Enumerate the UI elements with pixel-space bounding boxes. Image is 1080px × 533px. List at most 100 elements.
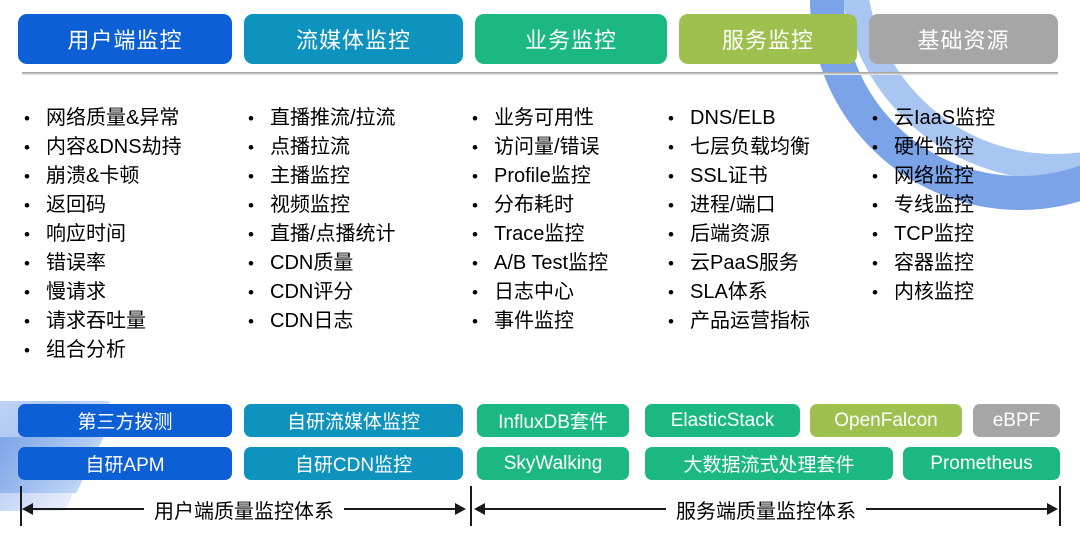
bullet-label: 容器监控 [894,252,974,274]
bullet-label: 云PaaS服务 [690,252,799,274]
list-item: • A/B Test监控 [472,249,608,278]
bullet-label: TCP监控 [894,223,974,245]
list-item: • 云PaaS服务 [668,249,810,278]
bullet-label: 硬件监控 [894,136,974,158]
list-item: • 容器监控 [872,249,995,278]
bullet-dot-icon: • [24,254,30,273]
bullet-dot-icon: • [248,283,254,302]
tab-2[interactable]: 流媒体监控 [244,14,463,64]
axis-tick-2 [470,486,472,526]
list-item: • Trace监控 [472,220,608,249]
list-item: • CDN质量 [248,249,396,278]
axis-band-label: 用户端质量监控体系 [154,500,334,523]
tab-3[interactable]: 业务监控 [475,14,667,64]
bullet-label: 产品运营指标 [690,310,810,332]
list-item: • 慢请求 [24,278,182,307]
list-item: • 直播推流/拉流 [248,104,396,133]
header-divider [22,72,1058,75]
stack-box[interactable]: 自研CDN监控 [244,447,463,480]
bullet-dot-icon: • [668,109,674,128]
bullet-dot-icon: • [24,225,30,244]
tab-4[interactable]: 服务监控 [679,14,857,64]
bullet-dot-icon: • [668,196,674,215]
bullet-dot-icon: • [472,254,478,273]
list-item: • 主播监控 [248,162,396,191]
axis-line-right [866,508,1047,510]
list-item: • 专线监控 [872,191,995,220]
list-item: • 后端资源 [668,220,810,249]
list-item: • 视频监控 [248,191,396,220]
bullet-label: A/B Test监控 [494,252,609,274]
bullet-dot-icon: • [248,138,254,157]
stack-box-label: Prometheus [930,452,1033,474]
stack-box-label: 自研流媒体监控 [286,412,420,433]
bullet-label: Trace监控 [494,223,585,245]
list-item: • SLA体系 [668,278,810,307]
bullet-label: 直播/点播统计 [270,223,396,245]
stack-box[interactable]: eBPF [973,404,1060,437]
stack-box[interactable]: InfluxDB套件 [477,404,629,437]
bullet-dot-icon: • [24,196,30,215]
bullet-dot-icon: • [24,312,30,331]
bullet-dot-icon: • [24,109,30,128]
bullet-label: SLA体系 [690,281,768,303]
list-item: • 七层负载均衡 [668,133,810,162]
bullet-dot-icon: • [668,167,674,186]
bullet-label: CDN评分 [270,281,354,303]
list-item: • 事件监控 [472,307,608,336]
list-item: • 崩溃&卡顿 [24,162,182,191]
bullet-dot-icon: • [872,225,878,244]
stack-box-label: 自研APM [85,455,165,476]
tab-5[interactable]: 基础资源 [869,14,1058,64]
bullet-column-group: • 网络质量&异常 • 内容&DNS劫持 • 崩溃&卡顿 • 返回码 • 响应时间 • 错误率 • 慢请求… [0,104,1080,364]
bullet-label: 进程/端口 [690,194,776,216]
bullet-dot-icon: • [472,283,478,302]
bullet-dot-icon: • [668,225,674,244]
list-item: • 错误率 [24,249,182,278]
list-item: • 分布耗时 [472,191,608,220]
bullet-label: 访问量/错误 [494,136,600,158]
bullet-label: 云IaaS监控 [894,107,996,129]
bullet-label: 崩溃&卡顿 [46,165,140,187]
bullet-label: 响应时间 [46,223,126,245]
stack-box[interactable]: OpenFalcon [810,404,962,437]
bullet-column-1: • 网络质量&异常 • 内容&DNS劫持 • 崩溃&卡顿 • 返回码 • 响应时间 • 错误率 • 慢请求… [24,104,182,365]
stack-box[interactable]: 第三方拨测 [18,404,232,437]
tab-label: 流媒体监控 [295,28,411,53]
list-item: • Profile监控 [472,162,608,191]
bullet-dot-icon: • [872,109,878,128]
tab-label: 服务监控 [721,28,814,53]
list-item: • 硬件监控 [872,133,995,162]
stack-box[interactable]: 自研流媒体监控 [244,404,463,437]
list-item: • 进程/端口 [668,191,810,220]
bullet-column-3: • 业务可用性 • 访问量/错误 • Profile监控 • 分布耗时 • Trace监控 • A/B… [472,104,608,336]
list-item: • 内核监控 [872,278,995,307]
arrow-head-right-icon [1047,503,1058,515]
stack-box-label: ElasticStack [670,409,775,431]
list-item: • 返回码 [24,191,182,220]
bullet-label: 慢请求 [46,281,106,303]
stack-box[interactable]: Prometheus [903,447,1060,480]
bullet-label: 事件监控 [494,310,574,332]
bullet-dot-icon: • [24,341,30,360]
bullet-dot-icon: • [872,167,878,186]
arrow-head-right-icon [455,503,466,515]
stack-box[interactable]: 大数据流式处理套件 [645,447,893,480]
list-item: • 组合分析 [24,336,182,365]
bullet-dot-icon: • [472,167,478,186]
bullet-dot-icon: • [872,138,878,157]
axis-tick-3 [1059,486,1061,526]
bullet-label: CDN质量 [270,252,354,274]
bullet-column-5: • 云IaaS监控 • 硬件监控 • 网络监控 • 专线监控 • TCP监控 • 容器监控 • 内核监控 [872,104,995,307]
axis-line-left [33,508,144,510]
bullet-dot-icon: • [668,138,674,157]
stack-box[interactable]: SkyWalking [477,447,629,480]
list-item: • 云IaaS监控 [872,104,995,133]
list-item: • 业务可用性 [472,104,608,133]
stack-box-label: InfluxDB套件 [498,412,608,433]
tab-1[interactable]: 用户端监控 [18,14,232,64]
stack-box[interactable]: ElasticStack [645,404,800,437]
bullet-dot-icon: • [668,283,674,302]
stack-box[interactable]: 自研APM [18,447,232,480]
stack-box-label: 第三方拨测 [77,412,173,433]
